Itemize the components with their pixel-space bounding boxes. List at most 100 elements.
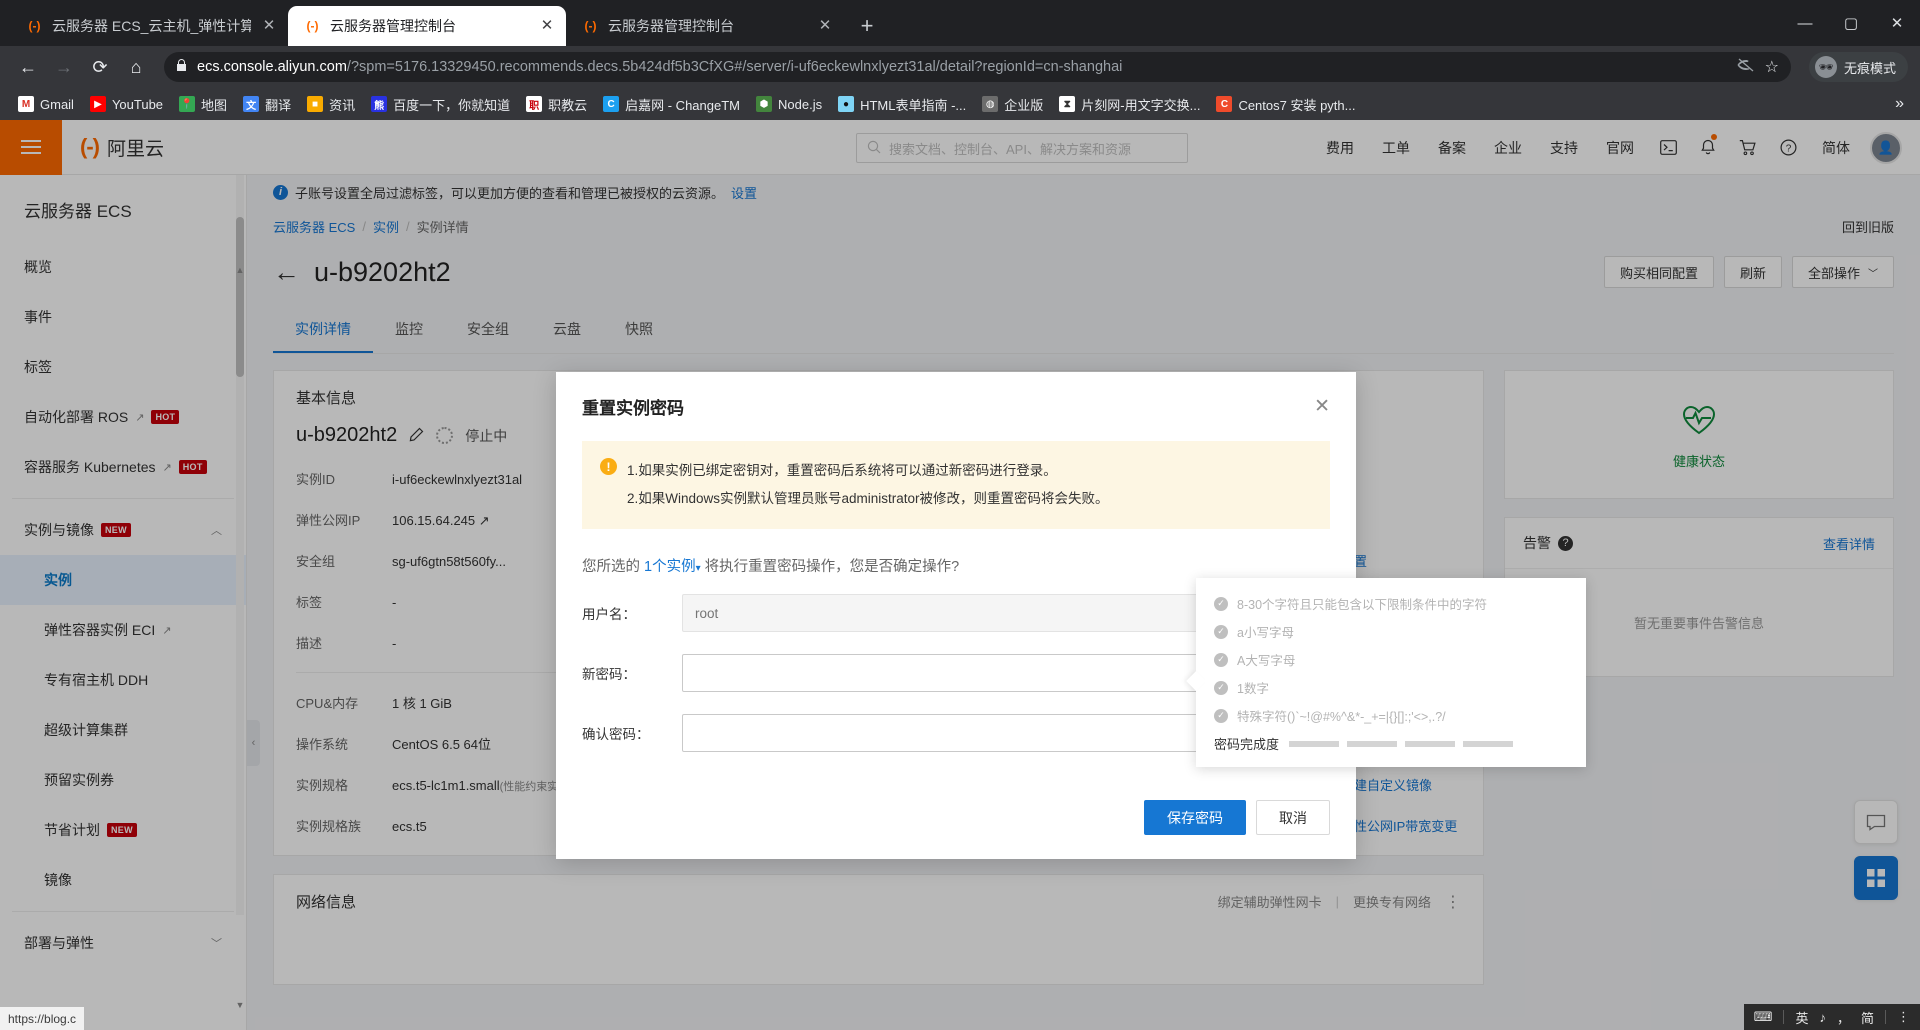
close-window-button[interactable]: ✕ — [1874, 0, 1920, 46]
save-password-button[interactable]: 保存密码 — [1144, 800, 1246, 835]
password-strength-meter: 密码完成度 — [1214, 734, 1568, 753]
reload-icon[interactable]: ⟳ — [84, 51, 116, 83]
chevron-down-icon[interactable]: ▾ — [696, 563, 701, 574]
password-rule-3: ✓1数字 — [1214, 678, 1568, 697]
address-bar[interactable]: ecs.console.aliyun.com/?spm=5176.1332945… — [164, 52, 1791, 82]
username-label: 用户名： — [582, 603, 682, 623]
url-path: /?spm=5176.13329450.recommends.decs.5b42… — [347, 59, 1122, 75]
bookmark-label: 资讯 — [329, 95, 355, 114]
web-page: (-) 阿里云 搜索文档、控制台、API、解决方案和资源 费用 工单 备案 企业… — [0, 120, 1920, 1030]
forward-icon[interactable]: → — [48, 51, 80, 83]
warning-lines: 1.如果实例已绑定密钥对，重置密码后系统将可以通过新密码进行登录。 2.如果Wi… — [627, 457, 1109, 513]
ime-keyboard-icon[interactable]: ⌨ — [1754, 1009, 1773, 1025]
blocked-view-icon[interactable] — [1737, 58, 1755, 76]
browser-tab-2[interactable]: (-) 云服务器管理控制台 ✕ — [288, 6, 566, 46]
confirm-password-control — [682, 714, 1282, 752]
bookmarks-overflow-icon[interactable]: » — [1895, 95, 1910, 113]
browser-window: (-) 云服务器 ECS_云主机_弹性计算 ✕ (-) 云服务器管理控制台 ✕ … — [0, 0, 1920, 1030]
strength-segment — [1463, 741, 1513, 747]
divider — [1783, 1010, 1784, 1024]
strength-segment — [1289, 741, 1339, 747]
aliyun-icon: (-) — [304, 18, 321, 35]
back-icon[interactable]: ← — [12, 51, 44, 83]
bookmark-label: 片刻网-用文字交换... — [1081, 95, 1200, 114]
tab-title: 云服务器管理控制台 — [608, 16, 807, 36]
bookmark-label: YouTube — [112, 97, 163, 112]
cancel-button[interactable]: 取消 — [1256, 800, 1330, 835]
password-rule-text: a小写字母 — [1237, 622, 1294, 641]
close-icon[interactable]: ✕ — [816, 17, 834, 35]
bookmark-item-11[interactable]: ⧗ 片刻网-用文字交换... — [1051, 91, 1208, 117]
minimize-button[interactable]: — — [1782, 0, 1828, 46]
bookmark-item-9[interactable]: ●HTML表单指南 -... — [830, 91, 974, 117]
bookmark-favicon-icon: ■ — [307, 96, 323, 112]
incognito-indicator[interactable]: 🕶 无痕模式 — [1809, 52, 1908, 82]
bookmarks-bar: MGmail ▶ YouTube 📍 地图文翻译 ■ 资讯熊百度一下，你就知道职职教云 C 启嘉… — [0, 88, 1920, 120]
warning-line-1: 1.如果实例已绑定密钥对，重置密码后系统将可以通过新密码进行登录。 — [627, 457, 1109, 485]
bookmark-item-12[interactable]: C Centos7 安装 pyth... — [1208, 91, 1363, 117]
bookmark-item-4[interactable]: ■ 资讯 — [299, 91, 363, 117]
bookmark-favicon-icon: ◍ — [982, 96, 998, 112]
password-rule-text: 8-30个字符且只能包含以下限制条件中的字符 — [1237, 594, 1487, 613]
bookmark-favicon-icon: C — [603, 96, 619, 112]
confirm-suffix: 将执行重置密码操作，您是否确定操作? — [705, 559, 960, 575]
bookmark-label: 启嘉网 - ChangeTM — [625, 95, 740, 114]
ime-mode-en[interactable]: 英 — [1795, 1008, 1808, 1027]
bookmark-favicon-icon: 文 — [243, 96, 259, 112]
close-icon[interactable]: ✕ — [260, 17, 278, 35]
bookmark-item-3[interactable]: 文翻译 — [235, 91, 299, 117]
bookmark-label: HTML表单指南 -... — [860, 95, 966, 114]
ime-music-icon[interactable]: ♪ — [1819, 1010, 1826, 1025]
bookmark-item-7[interactable]: C 启嘉网 - ChangeTM — [595, 91, 748, 117]
bookmark-item-0[interactable]: MGmail — [10, 91, 82, 117]
maximize-button[interactable]: ▢ — [1828, 0, 1874, 46]
check-icon: ✓ — [1214, 625, 1228, 639]
warning-line-2: 2.如果Windows实例默认管理员账号administrator被修改，则重置… — [627, 485, 1109, 513]
warning-icon: ! — [600, 458, 617, 475]
password-requirements-tooltip: ✓8-30个字符且只能包含以下限制条件中的字符✓a小写字母✓A大写字母✓1数字✓… — [1196, 578, 1586, 767]
bookmark-label: Centos7 安装 pyth... — [1238, 95, 1355, 114]
tab-title: 云服务器管理控制台 — [330, 16, 529, 36]
dialog-header: 重置实例密码 ✕ — [556, 372, 1356, 435]
bookmark-item-10[interactable]: ◍企业版 — [974, 91, 1051, 117]
bookmark-label: Node.js — [778, 97, 822, 112]
strength-segment — [1405, 741, 1455, 747]
home-icon[interactable]: ⌂ — [120, 51, 152, 83]
ime-punct-icon[interactable]: ， — [1837, 1008, 1850, 1027]
bookmark-item-6[interactable]: 职职教云 — [518, 91, 595, 117]
bookmark-favicon-icon: M — [18, 96, 34, 112]
close-icon[interactable]: ✕ — [538, 17, 556, 35]
confirm-password-input[interactable] — [682, 714, 1282, 752]
tab-title: 云服务器 ECS_云主机_弹性计算 — [52, 16, 251, 36]
bookmark-favicon-icon: 📍 — [179, 96, 195, 112]
close-icon[interactable]: ✕ — [1314, 397, 1330, 416]
omnibox-actions: ☆ — [1729, 57, 1779, 77]
bookmark-item-2[interactable]: 📍 地图 — [171, 91, 235, 117]
check-icon: ✓ — [1214, 709, 1228, 723]
password-strength-bars — [1289, 741, 1513, 747]
bookmark-star-icon[interactable]: ☆ — [1765, 57, 1779, 77]
ime-simplified[interactable]: 简 — [1861, 1008, 1874, 1027]
bookmark-item-1[interactable]: ▶ YouTube — [82, 91, 171, 117]
password-rule-text: 特殊字符()`~!@#%^&*-_+=|{}[]:;'<>,.?/ — [1237, 706, 1446, 725]
check-icon: ✓ — [1214, 681, 1228, 695]
bookmark-favicon-icon: ▶ — [90, 96, 106, 112]
tab-strip: (-) 云服务器 ECS_云主机_弹性计算 ✕ (-) 云服务器管理控制台 ✕ … — [0, 0, 1920, 46]
bookmark-item-8[interactable]: ⬢Node.js — [748, 91, 830, 117]
bookmark-item-5[interactable]: 熊百度一下，你就知道 — [363, 91, 518, 117]
bookmark-favicon-icon: 职 — [526, 96, 542, 112]
confirm-password-label: 确认密码： — [582, 723, 682, 743]
bookmark-label: 地图 — [201, 95, 227, 114]
selected-instances-link[interactable]: 1个实例 — [644, 559, 696, 575]
incognito-label: 无痕模式 — [1844, 58, 1896, 77]
strength-segment — [1347, 741, 1397, 747]
bookmark-favicon-icon: C — [1216, 96, 1232, 112]
browser-tab-1[interactable]: (-) 云服务器 ECS_云主机_弹性计算 ✕ — [10, 6, 288, 46]
ime-toolbar: ⌨ 英 ♪ ， 简 ⋮ — [1744, 1004, 1920, 1030]
new-tab-button[interactable]: + — [850, 9, 884, 43]
bookmark-favicon-icon: ⧗ — [1059, 96, 1075, 112]
warning-banner: ! 1.如果实例已绑定密钥对，重置密码后系统将可以通过新密码进行登录。 2.如果… — [582, 441, 1330, 529]
ime-more-icon[interactable]: ⋮ — [1897, 1009, 1910, 1025]
browser-tab-3[interactable]: (-) 云服务器管理控制台 ✕ — [566, 6, 844, 46]
url-host: ecs.console.aliyun.com — [197, 59, 347, 75]
